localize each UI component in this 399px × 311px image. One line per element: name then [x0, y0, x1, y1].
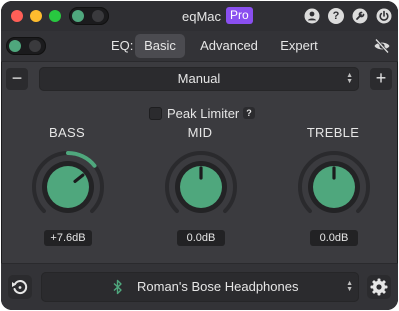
treble-knob[interactable] [296, 149, 372, 225]
knob-graphic [165, 151, 237, 214]
preset-selected-value: Manual [177, 71, 221, 86]
toggle-knob [72, 10, 84, 22]
peak-limiter-checkbox[interactable] [149, 107, 162, 120]
tab-basic[interactable]: Basic [135, 34, 185, 58]
help-icon[interactable]: ? [328, 8, 344, 24]
toggle-track-off [92, 10, 104, 22]
close-window-button[interactable] [11, 10, 23, 22]
reset-button[interactable] [8, 275, 32, 299]
pro-badge: Pro [226, 7, 253, 24]
power-toggle[interactable] [69, 7, 109, 25]
output-device-name: Roman's Bose Headphones [137, 279, 299, 294]
treble-value[interactable]: 0.0dB [310, 230, 358, 246]
preset-select[interactable]: Manual ▲ ▼ [39, 67, 359, 91]
band-label-treble: TREBLE [306, 125, 360, 140]
knob-graphic [298, 151, 370, 214]
knob-face [47, 166, 89, 208]
output-device-select[interactable]: Roman's Bose Headphones ▲ ▼ [41, 272, 359, 302]
mid-value[interactable]: 0.0dB [177, 230, 225, 246]
title-bar: eqMac Pro ? [1, 1, 398, 31]
settings-button[interactable] [367, 275, 391, 299]
knob-graphic [32, 151, 104, 214]
peak-limiter-label: Peak Limiter [167, 106, 240, 121]
band-label-bass: BASS [49, 125, 85, 140]
add-preset-button[interactable]: + [370, 68, 392, 90]
select-arrows-icon: ▲ ▼ [346, 72, 353, 85]
eq-toggle[interactable] [6, 37, 46, 55]
eq-label: EQ: [111, 38, 134, 53]
eqmac-window: eqMac Pro ? EQ: Basic Advanced Expert − … [1, 1, 398, 310]
eq-tabs-bar: EQ: Basic Advanced Expert [1, 31, 398, 62]
reset-icon [12, 280, 28, 295]
select-arrows-icon: ▲ ▼ [346, 280, 353, 293]
minimize-window-button[interactable] [30, 10, 42, 22]
zoom-window-button[interactable] [49, 10, 61, 22]
app-title: eqMac [182, 9, 222, 24]
tab-advanced[interactable]: Advanced [195, 34, 263, 58]
output-bar: Roman's Bose Headphones ▲ ▼ [1, 263, 398, 310]
settings-icon[interactable] [352, 8, 368, 24]
gear-icon [370, 278, 388, 296]
mid-knob[interactable] [163, 149, 239, 225]
power-icon[interactable] [376, 8, 392, 24]
bluetooth-icon [113, 272, 123, 302]
eye-slash-icon[interactable] [373, 38, 390, 54]
tab-expert[interactable]: Expert [273, 34, 325, 58]
toggle-knob [9, 40, 21, 52]
peak-limiter-help-button[interactable]: ? [243, 107, 255, 119]
bass-value[interactable]: +7.6dB [44, 230, 92, 246]
preset-row: − Manual ▲ ▼ + [1, 62, 398, 96]
toggle-track-off [29, 40, 41, 52]
remove-preset-button[interactable]: − [6, 68, 28, 90]
account-icon[interactable] [304, 8, 320, 24]
bass-knob[interactable] [30, 149, 106, 225]
band-label-mid: MID [187, 125, 213, 140]
